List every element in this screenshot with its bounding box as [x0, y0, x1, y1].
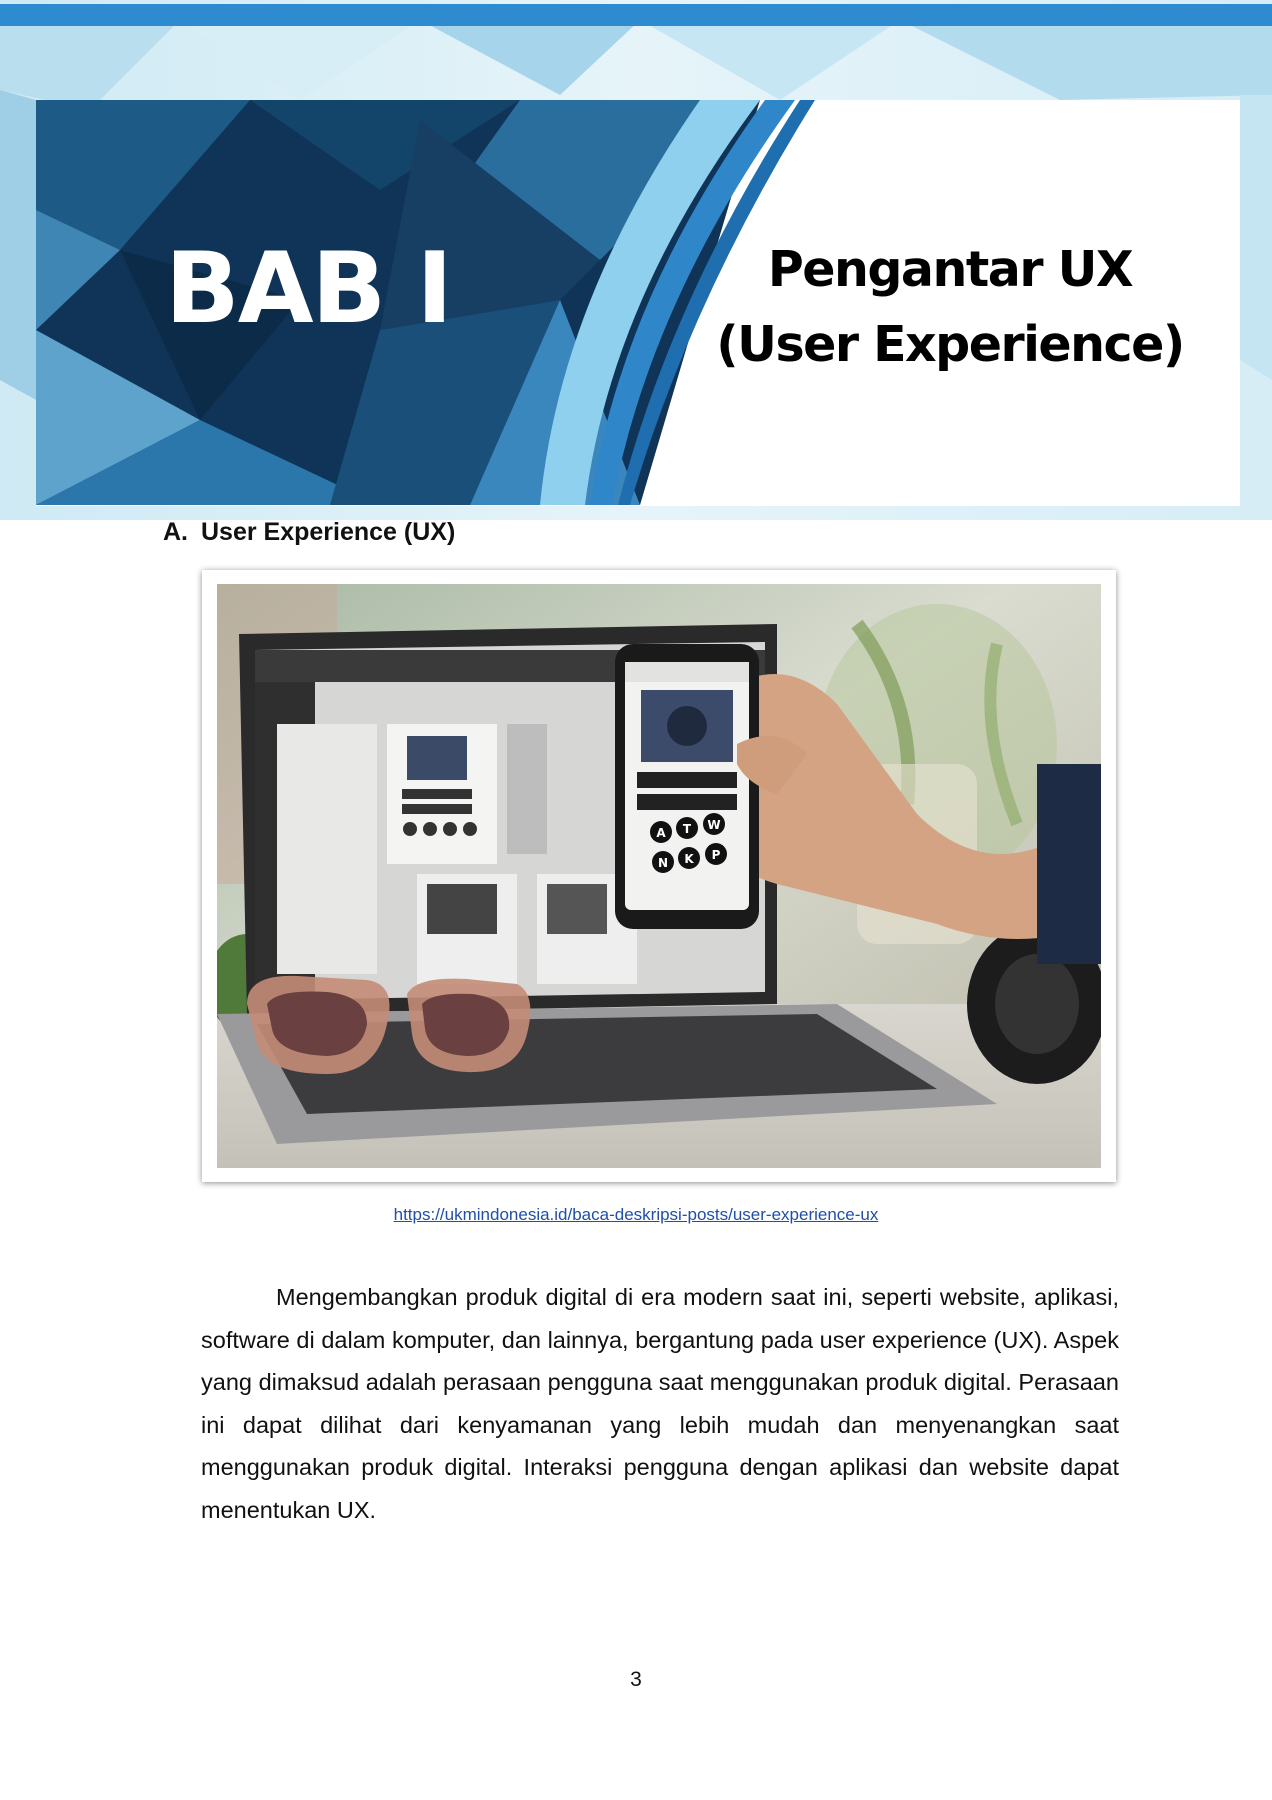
figure-frame: A T W N K P — [202, 570, 1116, 1182]
section-heading: A. User Experience (UX) — [163, 518, 455, 547]
phone-button-w: W — [707, 818, 720, 832]
phone-button-p: P — [712, 848, 721, 862]
phone-button-t: T — [683, 822, 692, 836]
phone-button-n: N — [658, 856, 668, 870]
chapter-title-line-1: Pengantar UX — [767, 241, 1134, 298]
section-heading-text: User Experience (UX) — [201, 518, 456, 546]
page-number: 3 — [630, 1668, 642, 1691]
body-paragraph: Mengembangkan produk digital di era mode… — [201, 1284, 1119, 1523]
figure-source-link[interactable]: https://ukmindonesia.id/baca-deskripsi-p… — [0, 1205, 1272, 1225]
chapter-label: BAB I — [165, 232, 453, 346]
chapter-title-line-2: (User Experience) — [716, 316, 1185, 373]
phone-button-a: A — [656, 826, 666, 840]
chapter-title: Pengantar UX (User Experience) — [700, 232, 1200, 382]
laptop-phone-photo: A T W N K P — [217, 584, 1101, 1168]
section-letter: A. — [163, 518, 188, 546]
phone-button-k: K — [684, 852, 694, 866]
